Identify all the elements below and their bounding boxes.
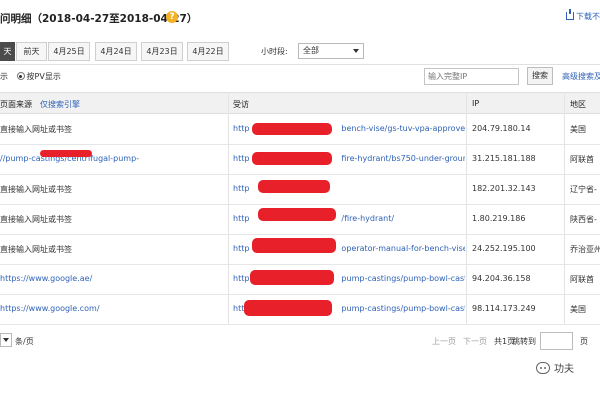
column-header-ip: IP [472,99,480,108]
divider [0,64,600,65]
tab-apr-22[interactable]: 4月22日 [187,42,229,61]
source-cell: 直接输入网址或书签 [0,185,72,194]
display-options: 示 按PV显示 [0,71,61,82]
region-cell: 辽宁省- [570,185,597,194]
title-bar: 问明细（2018-04-27至2018-04-27） ? 下载不 [0,0,600,34]
region-cell: 陕西省- [570,215,597,224]
display-by-pv-label[interactable]: 按PV显示 [27,72,61,81]
ip-search-input[interactable] [424,68,519,85]
source-link[interactable]: https://www.google.com/ [0,304,228,313]
download-link[interactable]: 下载不 [566,9,600,22]
column-header-source: 页面来源 仅搜索引擎 [0,99,80,110]
page-number-input[interactable] [540,332,573,350]
page-size-label: 条/页 [15,337,34,346]
table-header: 页面来源 仅搜索引擎 受访 IP 地区 [0,92,600,114]
ip-cell: 1.80.219.186 [472,214,526,223]
source-cell: 直接输入网址或书签 [0,215,72,224]
column-header-source-label: 页面来源 [0,100,32,109]
tab-day-before-yesterday[interactable]: 前天 [16,42,47,61]
tab-today[interactable]: 天 [0,42,15,61]
source-link[interactable]: //pump-castings/centrifugal-pump- [0,154,228,163]
wechat-icon [536,362,550,374]
hour-filter-value: 全部 [303,46,319,55]
redaction-mark [252,152,332,165]
next-page-button[interactable]: 下一页 [463,336,487,347]
redaction-mark [252,238,336,253]
advanced-search-link[interactable]: 高级搜索及 [562,71,600,82]
search-button[interactable]: 搜索 [527,67,553,85]
goto-label: 跳转到 [512,337,536,346]
ip-cell: 98.114.173.249 [472,304,536,313]
region-cell: 阿联酋 [570,275,594,284]
ip-cell: 182.201.32.143 [472,184,536,193]
hour-filter-label: 小时段: [261,47,288,56]
chevron-down-icon [353,49,359,53]
download-label: 下载不 [576,12,600,21]
tab-apr-24[interactable]: 4月24日 [95,42,137,61]
display-by-pv-radio[interactable] [16,72,25,80]
ip-cell: 31.215.181.188 [472,154,536,163]
region-cell: 美国 [570,125,586,134]
chevron-down-icon [3,338,9,342]
display-option-label: 示 [0,72,8,81]
column-header-region: 地区 [570,100,586,109]
download-icon [566,9,574,20]
hour-filter-select[interactable]: 全部 [298,43,364,59]
question-circle-icon[interactable]: ? [166,11,178,23]
search-engine-only-link[interactable]: 仅搜索引擎 [40,100,80,109]
ip-cell: 204.79.180.14 [472,124,531,133]
prev-page-button[interactable]: 上一页 [432,336,456,347]
region-cell: 阿联酋 [570,155,594,164]
page-unit-label: 页 [580,337,588,346]
source-cell: 直接输入网址或书签 [0,125,72,134]
redaction-mark [40,150,92,157]
ip-cell: 94.204.36.158 [472,274,531,283]
pagination: 条/页 上一页 下一页 共1页 跳转到 页 [0,330,600,354]
tab-apr-23[interactable]: 4月23日 [141,42,183,61]
redaction-mark [252,123,332,135]
redaction-mark [258,208,336,221]
watermark: 功夫 [536,360,574,375]
redaction-mark [250,270,334,285]
tab-apr-25[interactable]: 4月25日 [48,42,90,61]
source-link[interactable]: https://www.google.ae/ [0,274,228,283]
region-cell: 美国 [570,305,586,314]
redaction-mark [258,180,330,193]
watermark-text: 功夫 [554,364,574,375]
redaction-mark [244,300,332,316]
source-cell: 直接输入网址或书签 [0,245,72,254]
ip-cell: 24.252.195.100 [472,244,536,253]
column-header-visit: 受访 [233,100,249,109]
page-size-select[interactable] [0,333,12,347]
region-cell: 乔治亚州 [570,245,600,254]
